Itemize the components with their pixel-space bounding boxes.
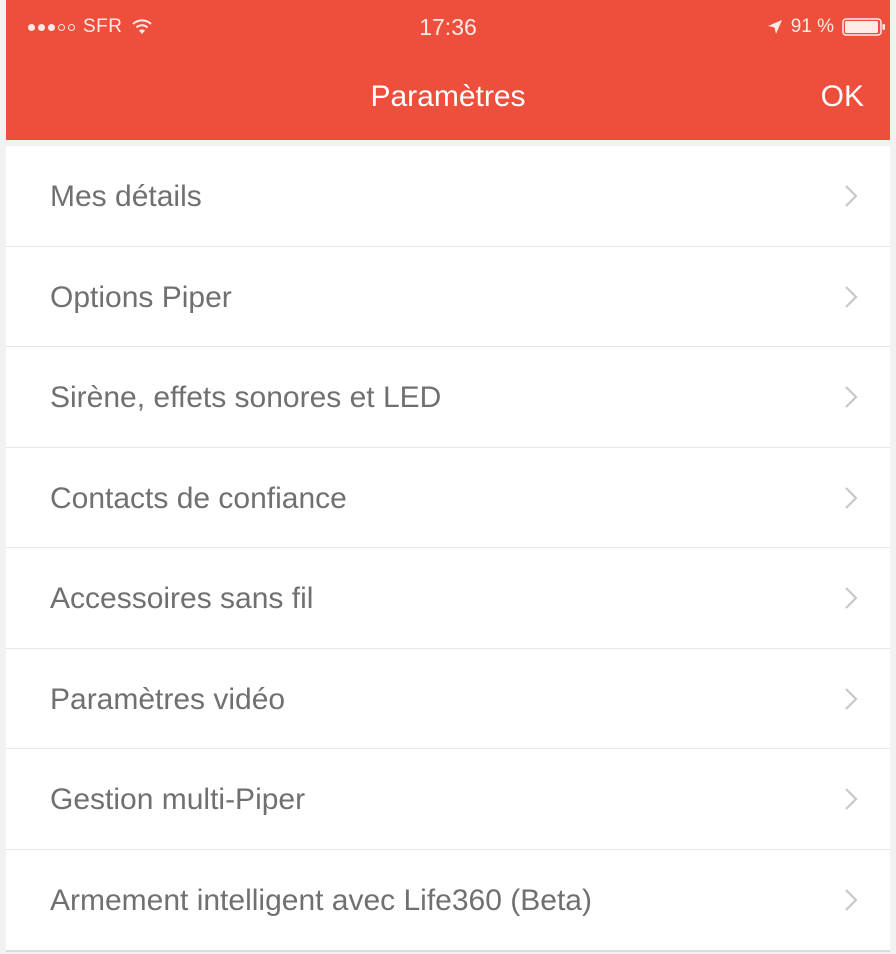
chevron-right-icon — [845, 386, 858, 408]
battery-percentage: 91 % — [790, 16, 834, 37]
settings-row-label: Contacts de confiance — [50, 481, 347, 515]
chevron-right-icon — [845, 687, 858, 710]
settings-row-options-piper[interactable]: Options Piper — [6, 247, 890, 347]
list-bottom-divider — [6, 950, 890, 952]
chevron-right-icon — [845, 185, 858, 207]
settings-row-sirene[interactable]: Sirène, effets sonores et LED — [6, 347, 890, 448]
settings-row-multi-piper[interactable]: Gestion multi-Piper — [6, 749, 890, 850]
settings-row-label: Armement intelligent avec Life360 (Beta) — [50, 883, 592, 917]
chevron-right-icon — [845, 788, 858, 810]
settings-row-label: Accessoires sans fil — [50, 582, 314, 615]
settings-row-label: Paramètres vidéo — [50, 682, 286, 716]
chevron-right-icon — [845, 888, 858, 911]
status-time: 17:36 — [419, 14, 477, 40]
settings-row-mes-details[interactable]: Mes détails — [6, 146, 890, 247]
settings-row-life360[interactable]: Armement intelligent avec Life360 (Beta) — [6, 850, 890, 951]
header: SFR 17:36 91 % Paramètres OK — [6, 0, 890, 140]
settings-row-accessoires[interactable]: Accessoires sans fil — [6, 548, 890, 649]
settings-row-label: Gestion multi-Piper — [50, 783, 306, 816]
settings-row-label: Options Piper — [50, 280, 232, 314]
chevron-right-icon — [845, 486, 858, 509]
settings-list: Mes détails Options Piper Sirène, effets… — [6, 146, 890, 950]
chevron-right-icon — [845, 285, 858, 308]
battery-icon — [842, 18, 885, 36]
battery-group: 91 % — [767, 16, 886, 38]
navigation-bar: Paramètres OK — [6, 60, 890, 140]
settings-row-video[interactable]: Paramètres vidéo — [6, 649, 890, 749]
settings-row-contacts[interactable]: Contacts de confiance — [6, 448, 890, 548]
page-title: Paramètres — [370, 80, 526, 113]
settings-screen: SFR 17:36 91 % Paramètres OK Mes détails… — [0, 0, 896, 954]
location-arrow-icon — [767, 20, 782, 34]
settings-row-label: Mes détails — [50, 180, 202, 213]
chevron-right-icon — [845, 587, 858, 609]
ok-button[interactable]: OK — [821, 80, 864, 114]
status-bar: SFR 17:36 91 % — [6, 0, 890, 60]
settings-row-label: Sirène, effets sonores et LED — [50, 381, 442, 414]
